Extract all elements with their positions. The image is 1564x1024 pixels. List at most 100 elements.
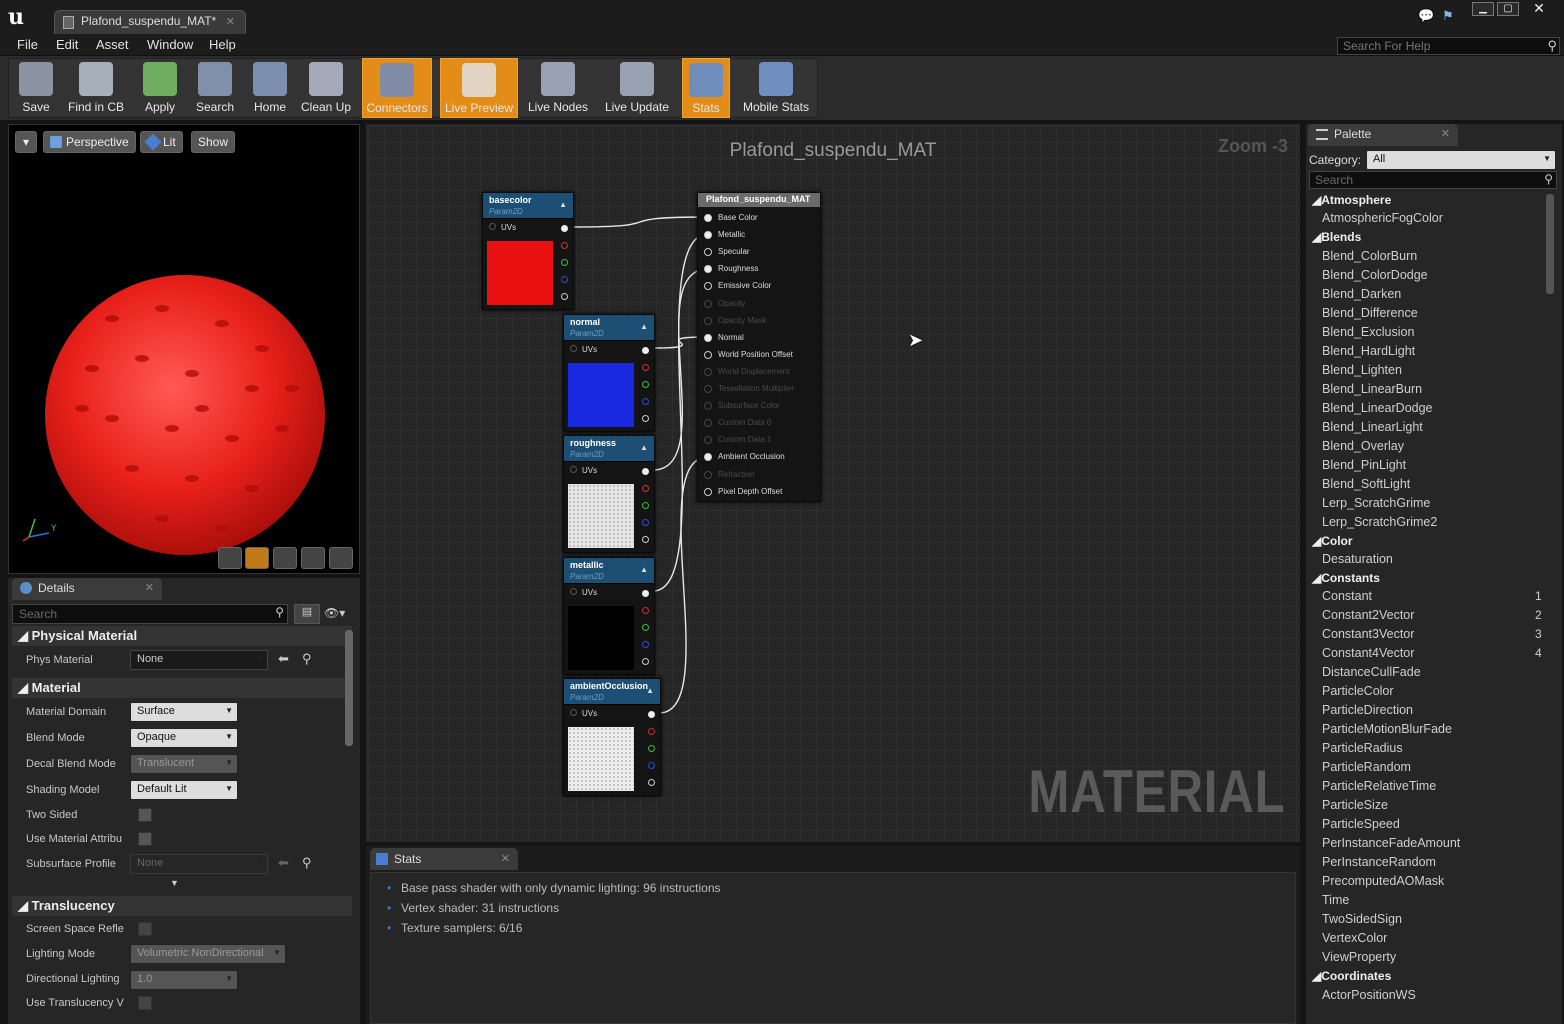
preview-viewport[interactable]: ▾ Perspective Lit Show Y [8,124,360,574]
find-in-cb-button[interactable]: Find in CB [62,58,130,118]
close-window-button[interactable]: ✕ [1522,1,1556,16]
output-pin-icon[interactable] [642,468,649,475]
material-input-opacity[interactable]: Opacity [704,299,745,308]
palette-category-atmosphere[interactable]: ◢Atmosphere [1312,193,1391,207]
output-pin-icon[interactable] [648,779,655,786]
output-pin-icon[interactable] [561,225,568,232]
palette-item[interactable]: Constant2Vector [1322,608,1414,622]
palette-item[interactable]: Blend_ColorDodge [1322,268,1428,282]
use-translucency-checkbox[interactable] [138,996,152,1010]
close-tab-icon[interactable]: ✕ [145,581,154,594]
phys-material-dropdown[interactable]: None [130,650,268,670]
texture-param-node-basecolor[interactable]: basecolor Param2D ▲ UVs [482,192,574,310]
connectors-button[interactable]: Connectors [362,58,432,118]
visibility-eye-icon[interactable]: 👁▾ [324,606,345,620]
document-tab[interactable]: Plafond_suspendu_MAT* ✕ [54,10,246,34]
screen-space-reflections-checkbox[interactable] [138,922,152,936]
output-pin-icon[interactable] [642,347,649,354]
apply-button[interactable]: Apply [135,58,185,118]
palette-item[interactable]: Lerp_ScratchGrime2 [1322,515,1437,529]
output-pin-icon[interactable] [648,745,655,752]
notifications-icon[interactable]: ⚑ [1442,8,1454,24]
palette-item[interactable]: Blend_HardLight [1322,344,1415,358]
use-selected-arrow-icon[interactable]: ⬅ [278,651,289,667]
shading-model-dropdown[interactable]: Default Lit [130,780,238,800]
material-output-node[interactable]: Plafond_suspendu_MAT Base Color Metallic S… [697,192,821,502]
mobile-stats-button[interactable]: Mobile Stats [736,58,816,118]
palette-item[interactable]: Blend_SoftLight [1322,477,1410,491]
close-tab-icon[interactable]: ✕ [1441,127,1450,140]
material-input-world-displacement[interactable]: World Displacement [704,367,789,376]
material-input-base-color[interactable]: Base Color [704,213,758,222]
texture-param-node-metallic[interactable]: metallic Param2D ▲ UVs [563,557,655,675]
palette-item[interactable]: Blend_Exclusion [1322,325,1414,339]
material-input-emissive-color[interactable]: Emissive Color [704,281,771,291]
live-preview-button[interactable]: Live Preview [440,58,518,118]
collapse-arrow-icon[interactable]: ▲ [559,199,567,210]
palette-item[interactable]: ParticleMotionBlurFade [1322,722,1452,736]
palette-item[interactable]: Blend_ColorBurn [1322,249,1417,263]
texture-param-node-roughness[interactable]: roughness Param2D ▲ UVs [563,435,655,553]
palette-item[interactable]: ParticleRelativeTime [1322,779,1436,793]
palette-item[interactable]: Blend_Darken [1322,287,1401,301]
two-sided-checkbox[interactable] [138,808,152,822]
palette-item[interactable]: ParticleDirection [1322,703,1413,717]
browse-search-icon[interactable]: ⚲ [302,855,312,871]
sphere-preview-icon[interactable] [245,547,269,569]
palette-item[interactable]: TwoSidedSign [1322,912,1402,926]
output-pin-icon[interactable] [642,364,649,371]
output-pin-icon[interactable] [642,590,649,597]
output-pin-icon[interactable] [642,398,649,405]
use-material-attributes-checkbox[interactable] [138,832,152,846]
palette-item[interactable]: Blend_Overlay [1322,439,1404,453]
uv-input-pin[interactable]: UVs [570,709,597,718]
material-input-pixel-depth-offset[interactable]: Pixel Depth Offset [704,487,782,496]
expand-advanced-icon[interactable]: ▼ [170,878,179,888]
close-tab-icon[interactable]: ✕ [501,852,510,865]
palette-category-color[interactable]: ◢Color [1312,534,1353,548]
collapse-arrow-icon[interactable]: ▲ [640,321,648,332]
output-pin-icon[interactable] [648,728,655,735]
output-pin-icon[interactable] [561,259,568,266]
palette-category-blends[interactable]: ◢Blends [1312,230,1361,244]
palette-category-constants[interactable]: ◢Constants [1312,571,1380,585]
details-search-input[interactable]: Search ⚲ [12,604,288,624]
output-pin-icon[interactable] [642,624,649,631]
viewport-options-button[interactable]: ▾ [15,131,37,153]
output-pin-icon[interactable] [642,502,649,509]
close-tab-icon[interactable]: ✕ [226,15,235,28]
palette-item[interactable]: Blend_LinearLight [1322,420,1423,434]
palette-item[interactable]: Time [1322,893,1349,907]
palette-item[interactable]: Constant4Vector [1322,646,1414,660]
home-button[interactable]: Home [245,58,295,118]
palette-item[interactable]: DistanceCullFade [1322,665,1421,679]
live-nodes-button[interactable]: Live Nodes [524,58,592,118]
maximize-button[interactable]: ▢ [1497,2,1519,16]
view-options-icon[interactable]: ▤ [294,604,320,624]
menu-asset[interactable]: Asset [96,37,129,52]
palette-tab[interactable]: Palette ✕ [1308,124,1458,146]
palette-item[interactable]: Constant [1322,589,1372,603]
palette-item[interactable]: ParticleRadius [1322,741,1403,755]
material-input-ambient-occlusion[interactable]: Ambient Occlusion [704,452,785,462]
material-input-world-position-offset[interactable]: World Position Offset [704,350,793,359]
search-button[interactable]: Search [189,58,241,118]
palette-scrollbar[interactable] [1546,194,1554,294]
collapse-arrow-icon[interactable]: ▲ [640,442,648,453]
palette-item[interactable]: Blend_PinLight [1322,458,1406,472]
uv-input-pin[interactable]: UVs [570,588,597,597]
palette-item[interactable]: Constant3Vector [1322,627,1414,641]
output-pin-icon[interactable] [642,641,649,648]
output-pin-icon[interactable] [642,536,649,543]
material-input-refraction[interactable]: Refraction [704,470,754,479]
decal-blend-mode-dropdown[interactable]: Translucent [130,754,238,774]
material-input-opacity-mask[interactable]: Opacity Mask [704,316,766,325]
output-pin-icon[interactable] [642,607,649,614]
blend-mode-dropdown[interactable]: Opaque [130,728,238,748]
output-pin-icon[interactable] [648,711,655,718]
use-selected-arrow-icon[interactable]: ⬅ [278,855,289,871]
menu-help[interactable]: Help [209,37,236,52]
live-update-button[interactable]: Live Update [600,58,674,118]
directional-lighting-field[interactable]: 1.0 [130,970,238,990]
stats-tab[interactable]: Stats ✕ [370,848,518,870]
